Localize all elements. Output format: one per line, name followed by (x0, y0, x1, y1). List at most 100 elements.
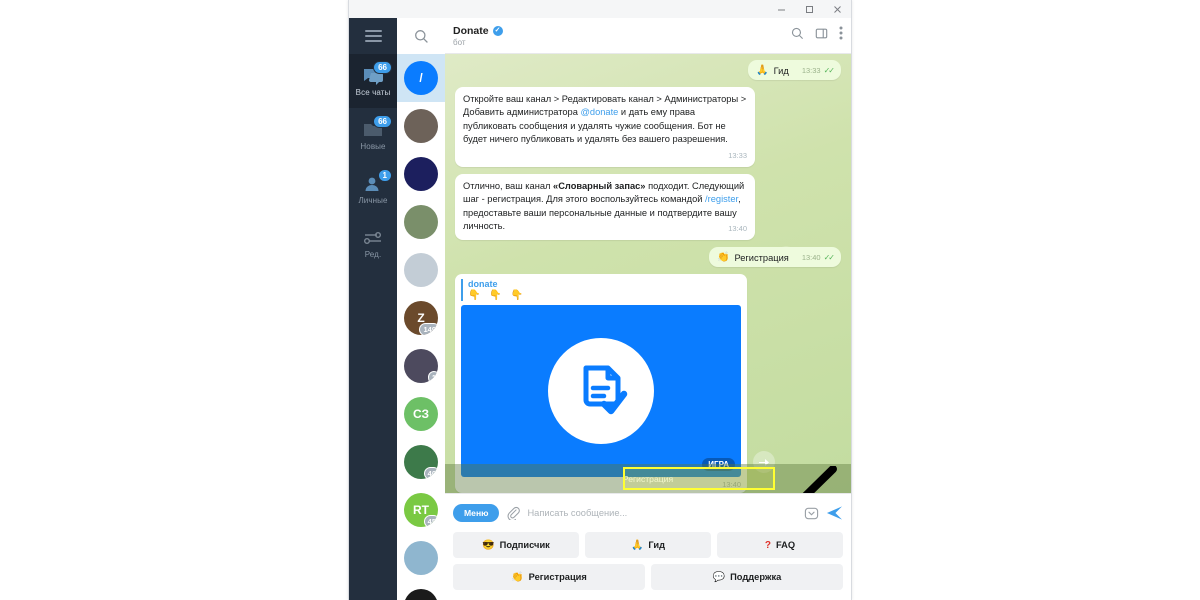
unread-badge: 40 (423, 466, 438, 479)
message-bubble[interactable]: 👏 Регистрация 13:40 ✓✓ (709, 247, 841, 268)
read-ticks: ✓✓ (823, 66, 835, 75)
sliders-icon (361, 228, 385, 248)
avatar (404, 541, 438, 575)
folder-rail: 66 Все чаты 66 Новые 1 Личные Ред. (349, 18, 397, 600)
media-message: donate 👇 👇 👇 ИГРА 13:40 (455, 274, 775, 493)
reply-keyboard-button[interactable]: 💬 Поддержка (651, 564, 843, 590)
reply-keyboard: 😎 Подписчик 🙏 Гид? FAQ 👏 Регистрация 💬 Поддержка (453, 526, 843, 590)
chat-list-item[interactable]: Z 149 (397, 294, 445, 342)
badge-count: 1 (377, 168, 392, 183)
message-text-segment[interactable]: /register (705, 194, 738, 204)
timestamp: 13:33 (728, 150, 747, 160)
avatar: 93 (404, 589, 438, 600)
avatar-initials: СЗ (412, 407, 430, 421)
screen: 66 Все чаты 66 Новые 1 Личные Ред. / Z 1… (0, 0, 1200, 600)
search-icon[interactable] (397, 18, 445, 54)
paperclip-icon[interactable] (506, 506, 521, 520)
sidebar-item-label: Все чаты (355, 87, 391, 97)
window-close-button[interactable] (823, 0, 851, 18)
reply-keyboard-button[interactable]: ? FAQ (717, 532, 843, 558)
window-minimize-button[interactable] (767, 0, 795, 18)
window-maximize-button[interactable] (795, 0, 823, 18)
chat-list-item[interactable]: / (397, 54, 445, 102)
message-text: Регистрация (734, 252, 789, 263)
folder-icon: 66 (361, 114, 392, 140)
compose-row: Меню (453, 500, 843, 526)
chat-list[interactable]: / Z149 1 СЗ 40 RT45 93 (397, 18, 445, 600)
emoji-icon: ? (764, 539, 771, 551)
message-input[interactable] (527, 508, 797, 518)
hamburger-icon[interactable] (349, 18, 397, 54)
panel-icon[interactable] (815, 27, 828, 45)
chats-icon: 66 (361, 60, 392, 86)
reply-keyboard-row: 👏 Регистрация 💬 Поддержка (453, 564, 843, 590)
reply-keyboard-row: 😎 Подписчик 🙏 Гид? FAQ (453, 532, 843, 558)
menu-button[interactable]: Меню (453, 503, 500, 523)
more-icon[interactable] (839, 26, 843, 45)
page-title: Donate (453, 24, 489, 37)
chat-list-item[interactable] (397, 198, 445, 246)
emoji-icon: 💬 (712, 571, 726, 583)
read-ticks: ✓✓ (823, 253, 835, 263)
avatar: 1 (404, 349, 438, 383)
avatar: 40 (404, 445, 438, 479)
reply-keyboard-button[interactable]: 🙏 Гид (585, 532, 711, 558)
message-bubble[interactable]: 🙏 Гид 13:33 ✓✓ (748, 60, 841, 80)
emoji-icon: 🙏 (756, 65, 769, 76)
game-preview-image[interactable]: ИГРА (461, 305, 741, 478)
inline-keyboard: Регистрация (445, 464, 851, 493)
emoji-icon[interactable] (804, 506, 819, 521)
chat-title-wrap: Donate ✓ (453, 25, 503, 37)
send-icon[interactable] (826, 505, 843, 521)
forward-source[interactable]: donate (468, 279, 741, 289)
message-row: 🙏 Гид 13:33 ✓✓ (455, 60, 841, 80)
timestamp: 13:40 (728, 224, 747, 234)
message-row: Откройте ваш канал > Редактировать канал… (455, 87, 841, 167)
message-bubble[interactable]: Откройте ваш канал > Редактировать канал… (455, 87, 755, 167)
avatar (404, 157, 438, 191)
badge-count: 66 (373, 60, 392, 75)
chat-header: Donate ✓ бот (445, 18, 851, 54)
chat-list-item[interactable]: 93 (397, 582, 445, 600)
chat-list-item[interactable] (397, 246, 445, 294)
verified-icon: ✓ (492, 25, 503, 36)
document-check-icon (548, 338, 654, 445)
highlight-box (623, 467, 775, 490)
chat-list-item[interactable] (397, 534, 445, 582)
message-bubble[interactable]: donate 👇 👇 👇 ИГРА 13:40 (455, 274, 747, 493)
chat-subtitle: бот (453, 37, 466, 47)
chat-list-item[interactable]: 1 (397, 342, 445, 390)
telegram-window: 66 Все чаты 66 Новые 1 Личные Ред. / Z 1… (348, 0, 852, 600)
avatar: / (404, 61, 438, 95)
search-icon[interactable] (791, 27, 804, 45)
message-text-segment[interactable]: @donate (580, 107, 618, 117)
header-actions (791, 26, 843, 45)
chat-list-item[interactable]: 40 (397, 438, 445, 486)
chat-list-item[interactable] (397, 102, 445, 150)
message-row: 👏 Регистрация 13:40 ✓✓ (455, 247, 841, 268)
reply-keyboard-button[interactable]: 😎 Подписчик (453, 532, 579, 558)
sidebar-item-personal[interactable]: 1 Личные (349, 162, 397, 216)
chat-list-item[interactable]: RT 45 (397, 486, 445, 534)
sidebar-item-new[interactable]: 66 Новые (349, 108, 397, 162)
sidebar-item-edit[interactable]: Ред. (349, 216, 397, 270)
avatar (404, 205, 438, 239)
message-meta: 13:40 ✓✓ (801, 253, 835, 263)
unread-badge: 1 (427, 370, 438, 383)
sidebar-item-label: Новые (360, 141, 386, 151)
chat-list-item[interactable]: СЗ (397, 390, 445, 438)
message-list: 🙏 Гид 13:33 ✓✓ Откройте ваш канал > Редактир… (445, 54, 851, 493)
chat-list-item[interactable] (397, 150, 445, 198)
message-text: Гид (773, 65, 789, 76)
message-row: Отлично, ваш канал «Словарный запас» под… (455, 173, 841, 241)
composer: Меню Написать сообщение... 😎 Подписчик 🙏… (445, 493, 851, 600)
timestamp: 13:40 (801, 253, 821, 263)
button-label: Регистрация (528, 572, 587, 582)
arrow-emoji: 👇 👇 👇 (468, 290, 526, 302)
message-bubble[interactable]: Отлично, ваш канал «Словарный запас» под… (455, 173, 755, 241)
window-titlebar (349, 0, 851, 18)
sidebar-item-all-chats[interactable]: 66 Все чаты (349, 54, 397, 108)
badge-count: 66 (373, 114, 392, 129)
reply-keyboard-button[interactable]: 👏 Регистрация (453, 564, 645, 590)
chat-pane: Donate ✓ бот 🙏 Гид 13:33 ✓✓ Откройте ваш… (445, 18, 851, 600)
